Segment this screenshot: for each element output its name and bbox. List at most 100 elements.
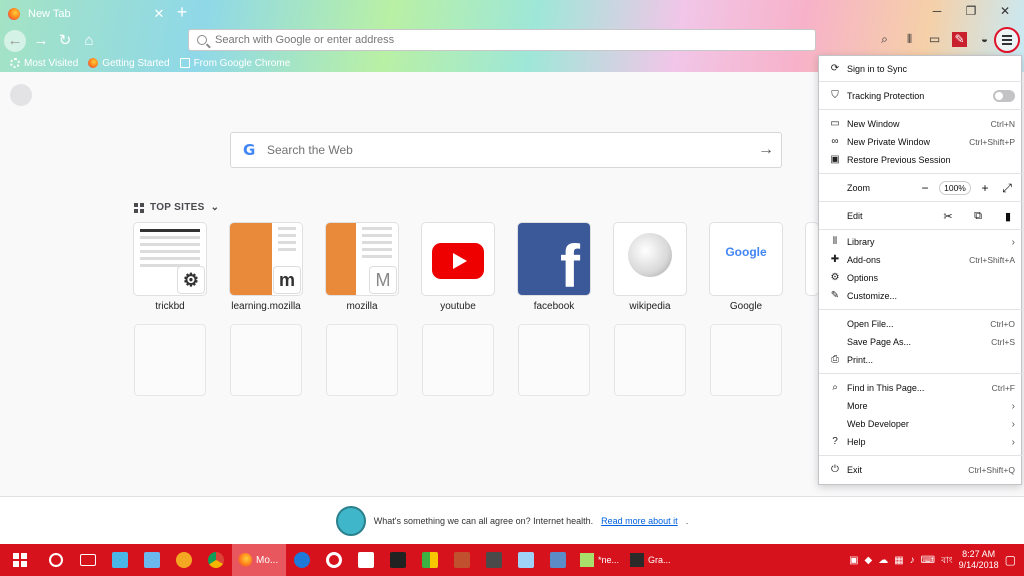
zoom-level[interactable]: 100% [939,181,971,195]
taskbar-app[interactable] [318,544,350,576]
taskbar-app[interactable] [510,544,542,576]
account-icon[interactable]: ◒ [977,32,992,47]
bookmark-label: Most Visited [24,57,79,69]
close-window-icon[interactable]: ✕ [998,4,1012,18]
copy-icon[interactable]: ⧉ [971,210,985,223]
tray-icon[interactable]: ▣ [849,555,858,566]
keyboard-icon[interactable]: ⌨ [921,555,935,566]
taskbar-app[interactable] [104,544,136,576]
menu-restore-session[interactable]: ▣ Restore Previous Session [819,151,1023,169]
menu-button[interactable] [994,27,1020,53]
menu-label: Open File... [847,319,894,329]
top-site-tile-mozilla[interactable]: M [326,223,398,295]
volume-icon[interactable]: ♪ [910,555,915,566]
cortana-button[interactable] [40,544,72,576]
restore-icon[interactable]: ❐ [964,4,978,18]
search-icon[interactable]: ⌕ [877,32,892,47]
taskbar-app[interactable] [382,544,414,576]
clock[interactable]: 8:27 AM 9/14/2018 [959,549,999,571]
minimize-icon[interactable]: ─ [930,4,944,18]
menu-find[interactable]: ⌕ Find in This Page... Ctrl+F [819,379,1023,397]
taskbar-app[interactable] [446,544,478,576]
menu-save-page[interactable]: Save Page As... Ctrl+S [819,333,1023,351]
back-button[interactable]: ← [4,30,26,52]
web-search-box[interactable]: G Search the Web → [230,132,782,168]
snippet-link[interactable]: Read more about it [601,516,678,526]
new-tab-button[interactable]: + [172,3,192,23]
task-view-button[interactable] [72,544,104,576]
paste-icon[interactable]: ▮ [1001,210,1015,223]
clock-date: 9/14/2018 [958,560,999,570]
cut-icon[interactable]: ✂ [941,210,955,223]
taskbar-notepad[interactable]: *ne... [574,544,624,576]
menu-help[interactable]: ? Help › [819,433,1023,451]
notifications-icon[interactable]: ▢ [1005,553,1016,567]
menu-exit[interactable]: ⏻ Exit Ctrl+Shift+Q [819,461,1023,479]
empty-site-slot[interactable] [710,324,782,396]
taskbar-gra[interactable]: Gra... [624,544,678,576]
empty-site-slot[interactable] [614,324,686,396]
empty-site-slot[interactable] [518,324,590,396]
menu-new-private-window[interactable]: ∞ New Private Window Ctrl+Shift+P [819,133,1023,151]
menu-library[interactable]: ⫴ Library › [819,233,1023,251]
library-icon[interactable]: ⫴ [902,32,917,47]
taskbar-edge[interactable] [286,544,318,576]
bookmark-getting-started[interactable]: Getting Started [88,58,170,69]
chrome-icon [208,552,224,568]
zoom-in-icon[interactable]: + [977,181,993,195]
menu-open-file[interactable]: Open File... Ctrl+O [819,315,1023,333]
menu-print[interactable]: ⎙ Print... [819,351,1023,369]
menu-sign-in[interactable]: ⟳ Sign in to Sync [819,60,1023,78]
fullscreen-icon[interactable]: ⤢ [999,181,1015,196]
taskbar-sublime[interactable] [478,544,510,576]
top-sites-header[interactable]: TOP SITES ⌄ [134,202,219,213]
taskbar-app[interactable] [168,544,200,576]
menu-customize[interactable]: ✎ Customize... [819,287,1023,305]
menu-more[interactable]: More › [819,397,1023,415]
forward-button[interactable]: → [30,30,52,52]
taskbar-app[interactable] [136,544,168,576]
sidebar-icon[interactable]: ▭ [927,32,942,47]
top-site-tile-youtube[interactable] [422,223,494,295]
menu-new-window[interactable]: ▭ New Window Ctrl+N [819,115,1023,133]
close-tab-icon[interactable]: ✕ [150,6,168,22]
empty-site-slot[interactable] [230,324,302,396]
menu-addons[interactable]: ✚ Add-ons Ctrl+Shift+A [819,251,1023,269]
home-button[interactable]: ⌂ [78,30,100,52]
menu-web-developer[interactable]: Web Developer › [819,415,1023,433]
top-site-tile-trickbd[interactable]: ⚙ [134,223,206,295]
empty-site-slot[interactable] [326,324,398,396]
top-site-tile-learning-mozilla[interactable]: m [230,223,302,295]
menu-options[interactable]: ⚙ Options [819,269,1023,287]
tab-new-tab[interactable]: New Tab ✕ [0,0,168,28]
top-site-label: learning.mozilla [231,301,301,312]
language-indicator[interactable]: বাং [941,553,953,568]
reload-button[interactable]: ↻ [54,30,76,52]
taskbar-app[interactable] [414,544,446,576]
tray-icon[interactable]: ☁ [878,555,888,566]
taskbar-app[interactable] [542,544,574,576]
start-button[interactable] [0,544,40,576]
taskbar-photos[interactable] [350,544,382,576]
bookmark-from-chrome[interactable]: From Google Chrome [179,58,290,69]
network-icon[interactable]: ▦ [894,555,903,566]
top-site-tile-partial[interactable] [806,223,818,295]
empty-site-slot[interactable] [422,324,494,396]
menu-label: Sign in to Sync [847,64,908,74]
arrow-right-icon[interactable]: → [751,141,781,159]
top-site-tile-facebook[interactable]: f [518,223,590,295]
empty-site-slot[interactable] [134,324,206,396]
zoom-out-icon[interactable]: − [917,181,933,195]
tracking-toggle[interactable] [993,90,1015,102]
menu-tracking-protection[interactable]: ⛉ Tracking Protection [819,87,1023,105]
top-site-tile-google[interactable]: Google [710,223,782,295]
top-site-tile-wikipedia[interactable] [614,223,686,295]
taskbar-chrome[interactable] [200,544,232,576]
menu-label: Options [847,273,879,283]
clock-time: 8:27 AM [962,549,996,559]
url-bar[interactable]: Search with Google or enter address [188,29,816,51]
extension-icon[interactable]: ✎ [952,32,967,47]
tray-icon[interactable]: ◆ [865,555,873,566]
taskbar-firefox-active[interactable]: Mo... [232,544,286,576]
bookmark-most-visited[interactable]: Most Visited [10,58,78,69]
